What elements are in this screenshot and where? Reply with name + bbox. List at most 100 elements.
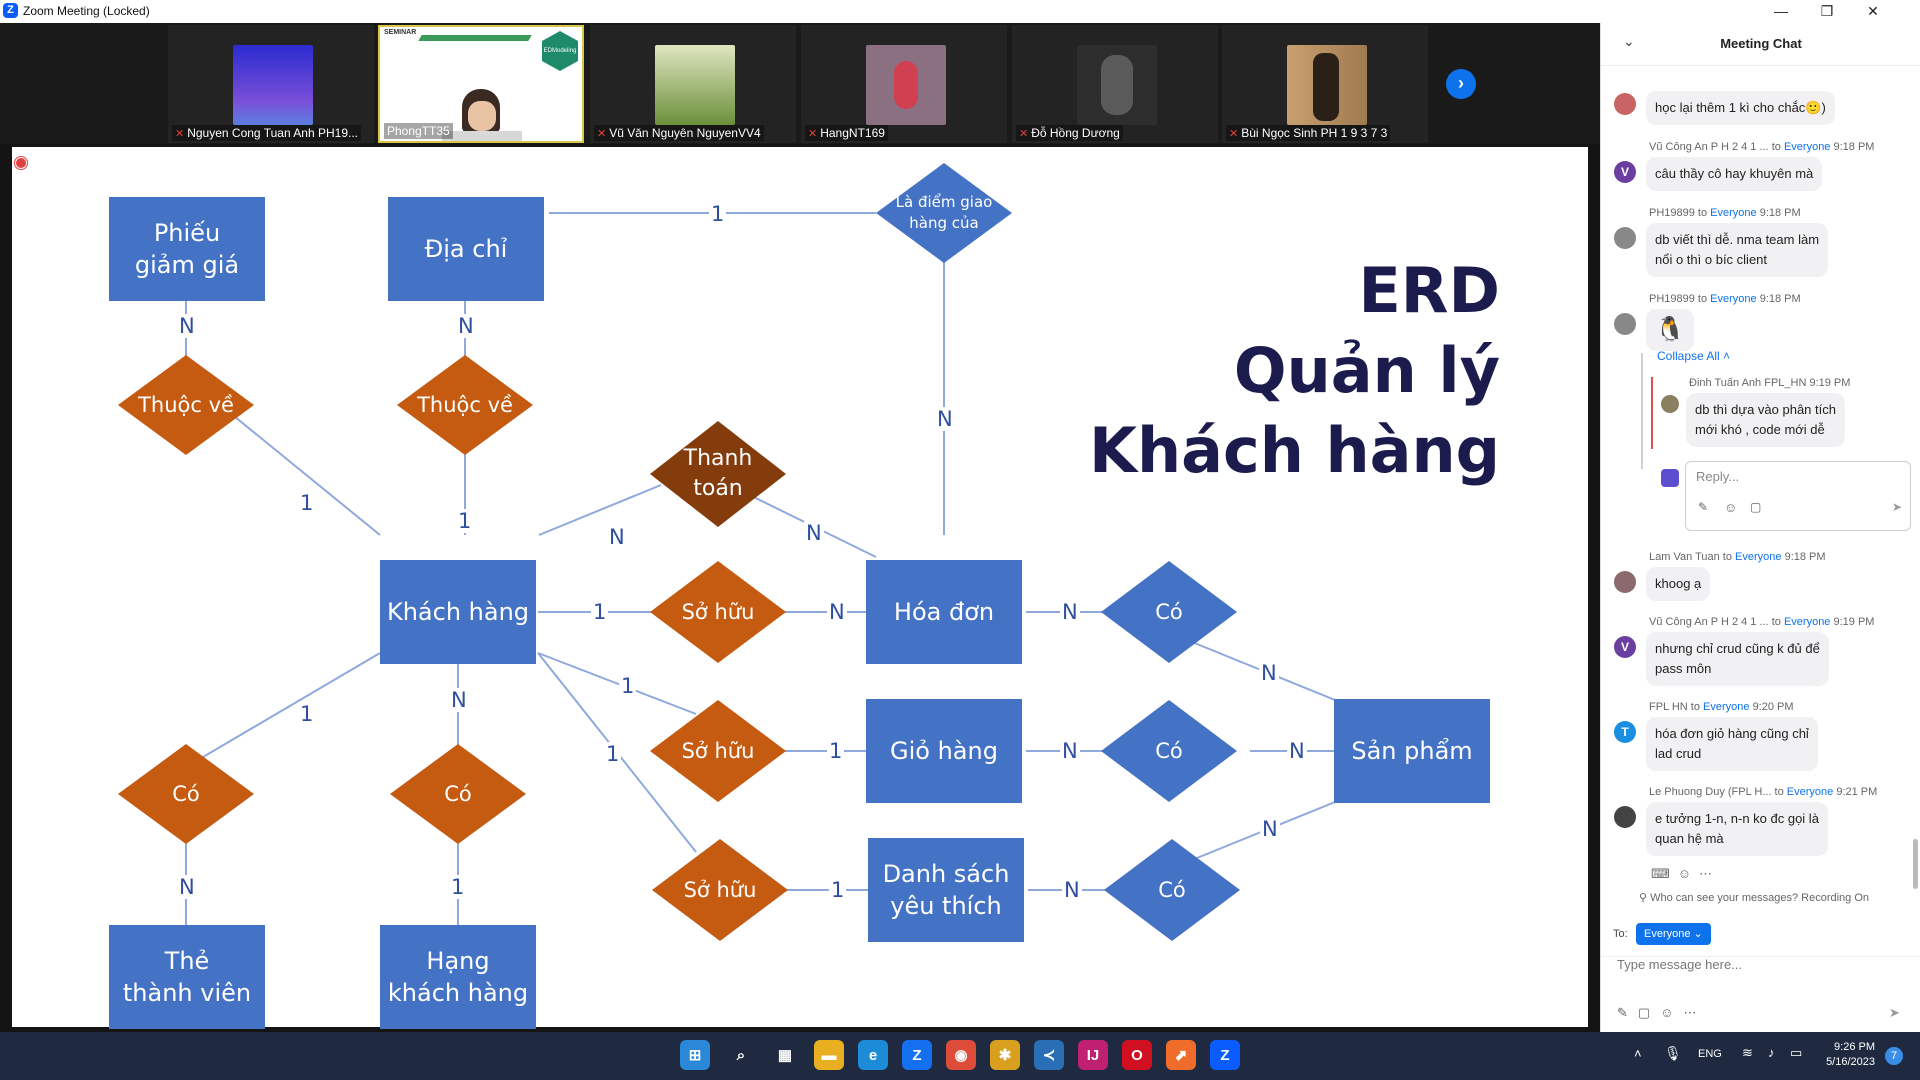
opera-icon[interactable]: O [1122,1040,1152,1070]
search-icon[interactable]: ⌕ [726,1040,756,1070]
notification-badge[interactable]: 7 [1885,1047,1903,1065]
participant-tile[interactable]: ✕ Đỗ Hồng Dương [1012,25,1218,143]
recipient-link[interactable]: Everyone [1784,616,1830,628]
seminar-label: SEMINAR [384,29,417,36]
sender-name: PH19899 [1649,207,1695,219]
recipient-link[interactable]: Everyone [1710,207,1756,219]
message-time: 9:18 PM [1759,207,1801,219]
slide-title-line: Khách hàng [1089,414,1500,487]
zalo-icon[interactable]: Z [902,1040,932,1070]
zoom-icon[interactable]: Z [1210,1040,1240,1070]
windows-start-icon[interactable]: ⊞ [680,1040,710,1070]
format-icon[interactable]: ✎ [1617,1005,1638,1020]
chrome-icon[interactable]: ◉ [946,1040,976,1070]
participant-tile[interactable]: ✕ Bùi Ngọc Sinh PH 1 9 3 7 3 [1222,25,1428,143]
widgets-icon[interactable]: ▦ [770,1040,800,1070]
app-icon[interactable]: ✱ [990,1040,1020,1070]
message-bubble[interactable]: khoog ạ [1646,567,1711,601]
battery-icon[interactable]: ▭ [1790,1045,1802,1061]
next-participants-button[interactable]: › [1446,69,1476,99]
message-bubble[interactable]: db viết thì dễ. nma team làm nổi o thì o… [1646,223,1829,277]
recipient-link[interactable]: Everyone [1787,786,1833,798]
connector-line [185,652,381,768]
recipient-link[interactable]: Everyone [1703,701,1749,713]
format-icon[interactable]: ✎ [1698,500,1708,514]
edge-icon[interactable]: e [858,1040,888,1070]
recipient-link[interactable]: Everyone [1710,293,1756,305]
cardinality-label: N [1062,878,1082,902]
relation-label: Sở hữu [681,739,755,763]
participant-tile[interactable]: ✕ Nguyen Cong Tuan Anh PH19... [168,25,374,143]
volume-icon[interactable]: ♪ [1768,1045,1775,1060]
message-time: 9:20 PM [1752,701,1794,713]
language-indicator[interactable]: ENG [1698,1048,1722,1060]
microphone-icon[interactable]: 🎙 [1664,1045,1682,1062]
relation-label: Có [444,782,472,806]
vscode-icon[interactable]: ≺ [1034,1040,1064,1070]
emoji-icon[interactable]: ☺ [1724,500,1737,515]
sender-name: Vũ Công An P H 2 4 1 ... [1649,141,1769,153]
file-icon[interactable]: ▢ [1638,1005,1660,1020]
chevron-right-icon: › [1458,73,1464,93]
message-bubble[interactable]: câu thầy cô hay khuyên mà [1646,157,1823,191]
chevron-down-icon: ⌄ [1693,928,1703,940]
message-bubble[interactable]: nhưng chỉ crud cũng k đủ để pass môn [1646,632,1829,686]
zoom-logo-icon: Z [3,3,18,18]
recipient-link[interactable]: Everyone [1784,141,1830,153]
cardinality-label: N [1259,661,1279,685]
muted-mic-icon: ✕ [175,128,185,140]
entity-danh-sach-yeu-thich: Danh sách yêu thích [868,838,1024,942]
collapse-all-link[interactable]: Collapse All ˄ [1657,349,1730,363]
emoji-icon[interactable]: ☺ [1660,1005,1683,1020]
more-options-icon[interactable]: ⋯ [1683,1005,1706,1020]
minimize-button[interactable]: — [1758,0,1804,23]
participant-tile[interactable]: ✕ Vũ Văn Nguyên NguyenVV4 [590,25,796,143]
wifi-icon[interactable]: ≋ [1742,1045,1753,1061]
cardinality-label: N [1287,739,1307,763]
sender-avatar: V [1614,161,1636,183]
send-icon[interactable]: ➤ [1892,500,1902,514]
intellij-icon[interactable]: IJ [1078,1040,1108,1070]
message-bubble-emoji[interactable]: 🐧 [1646,309,1694,351]
message-time: 9:18 PM [1759,293,1801,305]
postman-icon[interactable]: ⬈ [1166,1040,1196,1070]
thread-reply-bubble[interactable]: db thì dựa vào phân tích mới khó , code … [1686,393,1845,447]
message-bubble[interactable]: hóa đơn giỏ hàng cũng chỉ lad crud [1646,717,1818,771]
connector-line [538,484,662,536]
relation-label: Có [172,782,200,806]
message-bubble[interactable]: học lại thêm 1 kì cho chắc🙂) [1646,91,1835,125]
relation-label: Sở hữu [683,878,757,902]
sender-avatar [1614,227,1636,249]
maximize-button[interactable]: ❐ [1804,0,1850,23]
message-input[interactable]: Type message here... [1617,957,1742,972]
system-clock[interactable]: 9:26 PM 5/16/2023 [1826,1040,1875,1070]
participant-tile[interactable]: ✕ HangNT169 [801,25,1007,143]
meeting-stage: ✕ Nguyen Cong Tuan Anh PH19... SEMINAR ED… [0,23,1600,1032]
window-titlebar: Z Zoom Meeting (Locked) — ❐ ✕ [0,0,1920,24]
file-explorer-icon[interactable]: ▬ [814,1040,844,1070]
recipient-link[interactable]: Everyone [1735,551,1781,563]
thread-line [1641,353,1643,469]
more-options-icon[interactable]: ⋯ [1699,866,1720,881]
relation-label: Thanh toán [683,446,753,501]
participant-strip: ✕ Nguyen Cong Tuan Anh PH19... SEMINAR ED… [0,23,1600,144]
participant-tile-active-speaker[interactable]: SEMINAR EDModeling PhongTT35 [378,25,584,143]
tray-overflow-icon[interactable]: ˄ [1634,1046,1642,1061]
reply-input-box[interactable]: Reply... ✎ ☺ ▢ ➤ [1685,461,1911,531]
chat-scrollbar[interactable] [1913,839,1918,889]
recipient-dropdown[interactable]: Everyone ⌄ [1636,923,1711,945]
message-bubble[interactable]: e tưởng 1-n, n-n ko đc gọi là quan hệ mà [1646,802,1828,856]
send-icon[interactable]: ➤ [1889,1005,1900,1021]
sender-name: Vũ Công An P H 2 4 1 ... [1649,616,1769,628]
relation-label: Thuộc về [138,393,234,417]
cardinality-label: 1 [619,674,637,698]
my-avatar [1661,469,1679,487]
participant-name: Vũ Văn Nguyên NguyenVV4 [609,126,761,140]
close-button[interactable]: ✕ [1850,0,1896,23]
message-time: 9:19 PM [1833,616,1875,628]
file-icon[interactable]: ▢ [1750,500,1761,514]
reply-icon[interactable]: ⌨ [1651,866,1678,881]
privacy-link[interactable]: Who can see your messages? Recording On [1650,892,1869,904]
entity-hoa-don: Hóa đơn [866,560,1022,664]
add-reaction-icon[interactable]: ☺ [1678,866,1699,881]
